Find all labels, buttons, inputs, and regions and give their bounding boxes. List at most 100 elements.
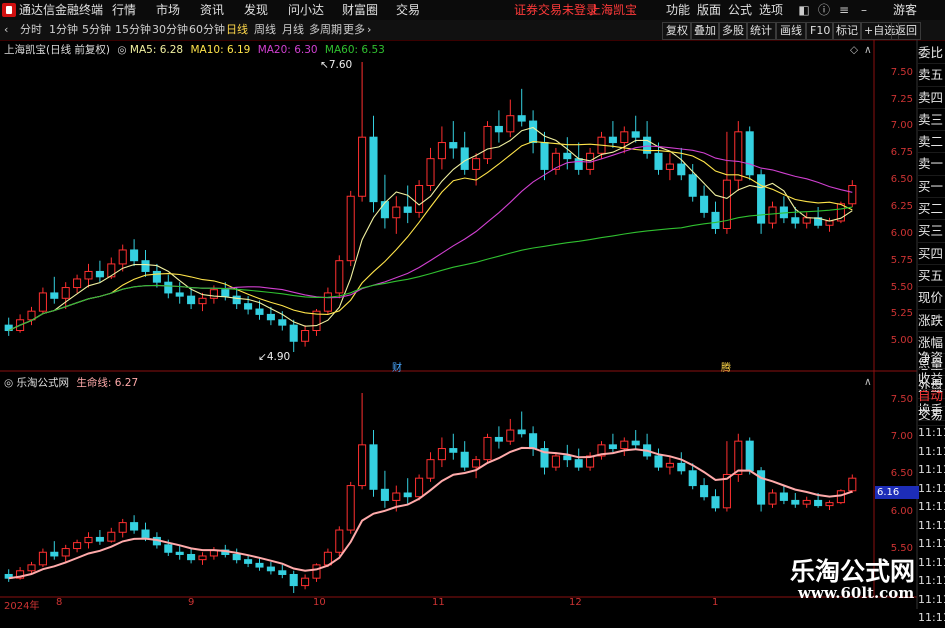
candle-body (130, 522, 139, 531)
candle-body (711, 211, 720, 229)
ma10-name: MA10 (190, 44, 221, 56)
quote-field-3[interactable]: 卖三 (918, 109, 945, 132)
candle-body (403, 206, 412, 213)
candle-body (802, 217, 811, 224)
candle-body (221, 289, 230, 297)
ma5-name: MA5 (129, 44, 153, 56)
candle-body (255, 562, 264, 568)
ma-settings-icon[interactable]: ◎ (117, 44, 126, 56)
candle-body (403, 492, 412, 498)
event-mark-cai[interactable]: 财 (392, 359, 402, 374)
candle-body (278, 570, 287, 575)
candle-body (494, 436, 503, 442)
panel-up-icon[interactable]: ∧ (864, 44, 872, 56)
candle-body (745, 440, 754, 472)
candle-body (631, 440, 640, 446)
trade-times: 11:11 11:11 11:11 11:11 11:11 11:11 11:11 11:11… (918, 424, 945, 628)
candle-body (814, 499, 823, 507)
sub-settings-icon[interactable]: ◎ (4, 377, 13, 389)
sub-formula-label: 乐淘公式网 (16, 377, 70, 389)
candle-body (323, 292, 332, 312)
candle-body (232, 295, 241, 305)
candle-body (460, 147, 469, 170)
panel-label-17[interactable]: 净资 (918, 347, 945, 370)
candle-body (392, 206, 401, 219)
candle-body (460, 451, 469, 468)
candle-body (700, 195, 709, 213)
quote-field-8[interactable]: 买三 (918, 220, 945, 243)
candle-body (608, 444, 617, 450)
candle-body (130, 249, 139, 262)
quote-field-1[interactable]: 卖五 (918, 64, 945, 87)
y-tick-main: 7.50 (890, 66, 913, 78)
candle-body (164, 544, 173, 553)
candle-body (551, 455, 560, 468)
trade-time-8: 11:11 (918, 574, 945, 587)
candle-body (802, 499, 811, 505)
x-label-nov: 11 (432, 597, 445, 608)
quote-field-12[interactable]: 涨跌 (918, 310, 945, 332)
ma60-name: MA60 (324, 44, 355, 56)
sub-panel-icon[interactable]: ∧ (864, 376, 872, 388)
candle-body (27, 564, 36, 572)
quote-field-6[interactable]: 买一 (918, 176, 945, 199)
quote-field-0[interactable]: 委比 (918, 42, 945, 65)
candle-body (187, 553, 196, 561)
quote-field-2[interactable]: 卖四 (918, 87, 945, 109)
event-mark-teng[interactable]: 腾 (721, 359, 731, 374)
quote-field-10[interactable]: 买五 (918, 265, 945, 288)
quote-field-5[interactable]: 卖一 (918, 153, 945, 176)
y-tick-main: 6.75 (890, 147, 913, 159)
candle-body (608, 136, 617, 144)
candle-body (654, 455, 663, 468)
candle-body (84, 536, 93, 544)
collapse-up-icon[interactable]: ◇ (850, 44, 858, 56)
candle-body (266, 313, 275, 321)
panel-label-20[interactable]: 交易 (918, 404, 945, 427)
candle-body (346, 485, 355, 531)
candle-body (175, 551, 184, 555)
candle-body (848, 185, 857, 205)
candle-body (768, 492, 777, 505)
quote-field-4[interactable]: 卖二 (918, 131, 945, 154)
quote-field-7[interactable]: 买二 (918, 198, 945, 221)
candle-body (335, 260, 344, 294)
candle-body (301, 330, 310, 342)
candle-body (631, 131, 640, 138)
trade-time-4: 11:11 (918, 500, 945, 513)
candle-body (266, 566, 275, 572)
candle-body (209, 289, 218, 299)
ma20-value: 6.30 (294, 44, 318, 56)
candle-body (745, 131, 754, 176)
candle-body (563, 455, 572, 461)
candle-body (346, 195, 355, 262)
candle-body (494, 125, 503, 133)
candle-body (175, 292, 184, 297)
candle-body (255, 308, 264, 315)
candle-body (278, 319, 287, 326)
candle-body (38, 292, 47, 312)
x-label-aug: 8 (56, 597, 63, 608)
y-tick-main: 5.75 (890, 254, 913, 266)
candle-body (244, 559, 253, 564)
candle-body (688, 470, 697, 487)
candle-body (415, 477, 424, 498)
candle-body (791, 217, 800, 224)
candle-body (50, 551, 59, 557)
trade-time-1: 11:11 (918, 444, 945, 458)
candle-body (301, 577, 310, 587)
panel-label-18[interactable]: 收益 (918, 368, 945, 391)
candle-body (665, 163, 674, 170)
quote-field-9[interactable]: 买四 (918, 243, 945, 265)
candle-body (84, 270, 93, 280)
candle-body (358, 444, 367, 487)
quote-field-11[interactable]: 现价 (918, 287, 945, 310)
candle-body (369, 136, 378, 203)
candle-body (574, 158, 583, 170)
kline-chart[interactable] (0, 0, 945, 609)
y-tick-main: 5.50 (890, 281, 913, 293)
y-tick-sub: 7.00 (890, 431, 913, 443)
y-tick-main: 7.00 (890, 120, 913, 132)
high-mark: ↖7.60 (320, 59, 353, 71)
sub-candles (4, 393, 857, 593)
